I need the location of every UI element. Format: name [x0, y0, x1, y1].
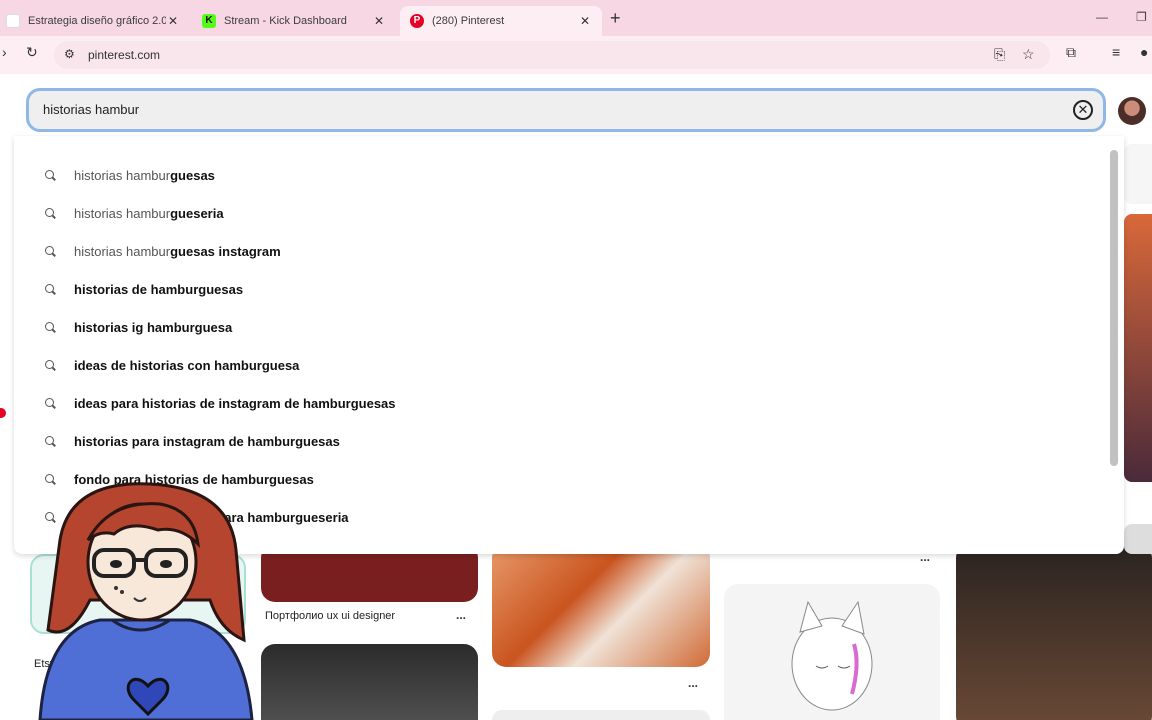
tab-title: Stream - Kick Dashboard: [224, 15, 347, 27]
site-settings-icon[interactable]: ⚙: [64, 47, 75, 61]
forward-icon[interactable]: ›: [2, 44, 7, 60]
search-icon: [44, 397, 56, 409]
notification-dot: [0, 408, 6, 418]
suggestion-completion: guesas instagram: [170, 243, 281, 259]
pin-card[interactable]: [956, 544, 1152, 720]
tab-title: Estrategia diseño gráfico 2.0: [28, 15, 166, 27]
search-icon: [44, 169, 56, 181]
search-icon: [44, 321, 56, 333]
pin-card[interactable]: [492, 710, 710, 720]
close-circle-icon[interactable]: ✕: [1073, 100, 1093, 120]
pin-card[interactable]: [1124, 524, 1152, 554]
tab-title: (280) Pinterest: [432, 15, 505, 27]
address-bar[interactable]: ⚙ pinterest.com ⎘ ☆: [54, 41, 1050, 69]
plus-icon[interactable]: +: [610, 8, 621, 29]
suggestion-completion: guesas: [170, 167, 215, 183]
suggestion-prefix: historias hambur: [74, 243, 171, 259]
pin-card[interactable]: [1124, 214, 1152, 482]
suggestion-item[interactable]: historias hamburguesas: [14, 156, 1104, 194]
anime-cat-girl-illustration: [791, 600, 873, 711]
media-controls-icon[interactable]: ≡: [1112, 44, 1120, 60]
suggestion-item[interactable]: historias de hamburguesas: [14, 270, 1104, 308]
suggestions-scrollbar[interactable]: [1108, 136, 1118, 554]
suggestion-item[interactable]: historias para instagram de hamburguesas: [14, 422, 1104, 460]
doc-favicon-icon: [6, 14, 20, 28]
search-input[interactable]: historias hambur: [43, 102, 139, 117]
install-app-icon[interactable]: ⎘: [994, 46, 1005, 63]
search-icon: [44, 283, 56, 295]
pin-card[interactable]: [724, 584, 940, 720]
close-tab-icon[interactable]: ✕: [578, 14, 592, 28]
search-icon: [44, 245, 56, 257]
browser-toolbar: › ↻ ⚙ pinterest.com ⎘ ☆ ⧉ ≡ ●: [0, 36, 1152, 74]
url-text: pinterest.com: [88, 48, 161, 62]
suggestion-completion: historias ig hamburguesa: [74, 319, 233, 335]
extensions-icon[interactable]: ⧉: [1066, 44, 1076, 61]
pin-caption: Портфолио ux ui designer: [265, 610, 396, 622]
suggestion-completion: ideas de historias con hamburguesa: [74, 357, 300, 373]
tab-kick[interactable]: K Stream - Kick Dashboard ✕: [192, 6, 396, 36]
tab-estrategia[interactable]: Estrategia diseño gráfico 2.0 ✕: [0, 6, 190, 36]
avatar[interactable]: [1118, 97, 1146, 125]
suggestion-item[interactable]: historias hamburguesas instagram: [14, 232, 1104, 270]
tab-strip: Estrategia diseño gráfico 2.0 ✕ K Stream…: [0, 0, 1152, 36]
suggestion-item[interactable]: historias ig hamburguesa: [14, 308, 1104, 346]
profile-icon[interactable]: ●: [1140, 44, 1148, 60]
suggestion-prefix: historias hambur: [74, 205, 171, 221]
more-options-icon[interactable]: ...: [456, 608, 466, 622]
tab-pinterest[interactable]: P (280) Pinterest ✕: [400, 6, 602, 36]
search-icon: [44, 207, 56, 219]
minimize-icon[interactable]: —: [1096, 10, 1108, 24]
search-bar[interactable]: historias hambur ✕: [26, 88, 1106, 132]
search-icon: [44, 435, 56, 447]
close-tab-icon[interactable]: ✕: [166, 14, 180, 28]
suggestion-completion: historias de hamburguesas: [74, 281, 244, 297]
suggestion-item[interactable]: historias hamburgueseria: [14, 194, 1104, 232]
bookmark-star-icon[interactable]: ☆: [1022, 46, 1035, 63]
pinterest-favicon-icon: P: [410, 14, 424, 28]
suggestion-completion: gueseria: [170, 205, 224, 221]
suggestion-item[interactable]: ideas de historias con hamburguesa: [14, 346, 1104, 384]
suggestion-item[interactable]: ideas para historias de instagram de ham…: [14, 384, 1104, 422]
pin-card[interactable]: [1124, 144, 1152, 204]
more-options-icon[interactable]: ...: [688, 676, 698, 690]
suggestion-prefix: historias hambur: [74, 167, 171, 183]
maximize-icon[interactable]: ❐: [1136, 10, 1147, 24]
reload-icon[interactable]: ↻: [26, 44, 38, 61]
kick-favicon-icon: K: [202, 14, 216, 28]
close-tab-icon[interactable]: ✕: [372, 14, 386, 28]
suggestion-completion: historias para instagram de hamburguesas: [74, 433, 340, 449]
pin-card[interactable]: [492, 544, 710, 667]
search-icon: [44, 359, 56, 371]
streamer-avatar-illustration: [38, 482, 254, 720]
pin-card[interactable]: [261, 644, 478, 720]
suggestion-completion: ideas para historias de instagram de ham…: [74, 395, 396, 411]
scrollbar-thumb[interactable]: [1110, 150, 1118, 466]
